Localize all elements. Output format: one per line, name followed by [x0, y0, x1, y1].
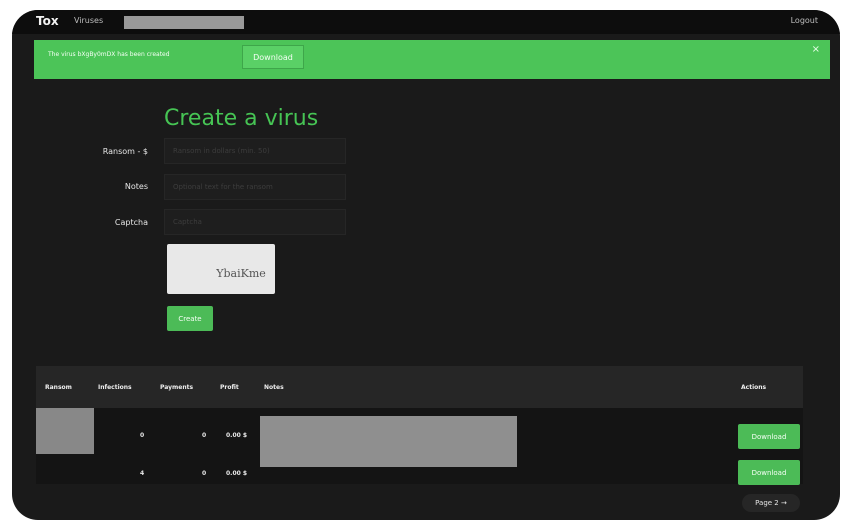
table-cell-profit: 0.00 $	[226, 432, 248, 439]
captcha-image: YbaiKme	[167, 244, 275, 294]
notes-label: Notes	[124, 182, 148, 191]
table-cell-profit: 0.00 $	[226, 470, 248, 477]
ransom-input[interactable]	[164, 138, 346, 164]
table-cell-infections: 0	[140, 432, 145, 439]
row-download-button[interactable]: Download	[738, 424, 800, 449]
nav-link-viruses[interactable]: Viruses	[74, 16, 103, 25]
captcha-image-text: YbaiKme	[216, 266, 266, 280]
table-cell-infections: 4	[140, 470, 145, 477]
page-title: Create a virus	[164, 106, 319, 131]
captcha-input[interactable]	[164, 209, 346, 235]
notes-input[interactable]	[164, 174, 346, 200]
redacted-block	[124, 16, 244, 29]
col-header-infections: Infections	[98, 384, 132, 391]
row-download-button[interactable]: Download	[738, 460, 800, 485]
logout-link[interactable]: Logout	[791, 16, 818, 25]
app-window: Tox Viruses Logout The virus bXgBy0mDX h…	[12, 10, 840, 520]
next-page-button[interactable]: Page 2 →	[742, 494, 800, 512]
col-header-notes: Notes	[264, 384, 284, 391]
table-cell-payments: 0	[202, 470, 207, 477]
virus-table: Ransom Infections Payments Profit Notes …	[36, 366, 803, 485]
ransom-label: Ransom - $	[102, 147, 148, 156]
col-header-profit: Profit	[220, 384, 239, 391]
table-cell-payments: 0	[202, 432, 207, 439]
brand-logo[interactable]: Tox	[36, 14, 59, 28]
alert-download-button[interactable]: Download	[242, 45, 304, 69]
col-header-payments: Payments	[160, 384, 194, 391]
close-icon[interactable]: ×	[812, 44, 820, 55]
redacted-block	[260, 416, 517, 467]
alert-message: The virus bXgBy0mDX has been created	[48, 51, 170, 58]
success-alert: The virus bXgBy0mDX has been created Dow…	[34, 40, 830, 79]
top-navbar: Tox Viruses Logout	[12, 10, 840, 34]
col-header-ransom: Ransom	[45, 384, 72, 391]
col-header-actions: Actions	[741, 384, 767, 391]
table-header: Ransom Infections Payments Profit Notes …	[36, 366, 803, 408]
redacted-block	[36, 408, 94, 454]
create-button[interactable]: Create	[167, 306, 213, 331]
captcha-label: Captcha	[114, 218, 148, 227]
